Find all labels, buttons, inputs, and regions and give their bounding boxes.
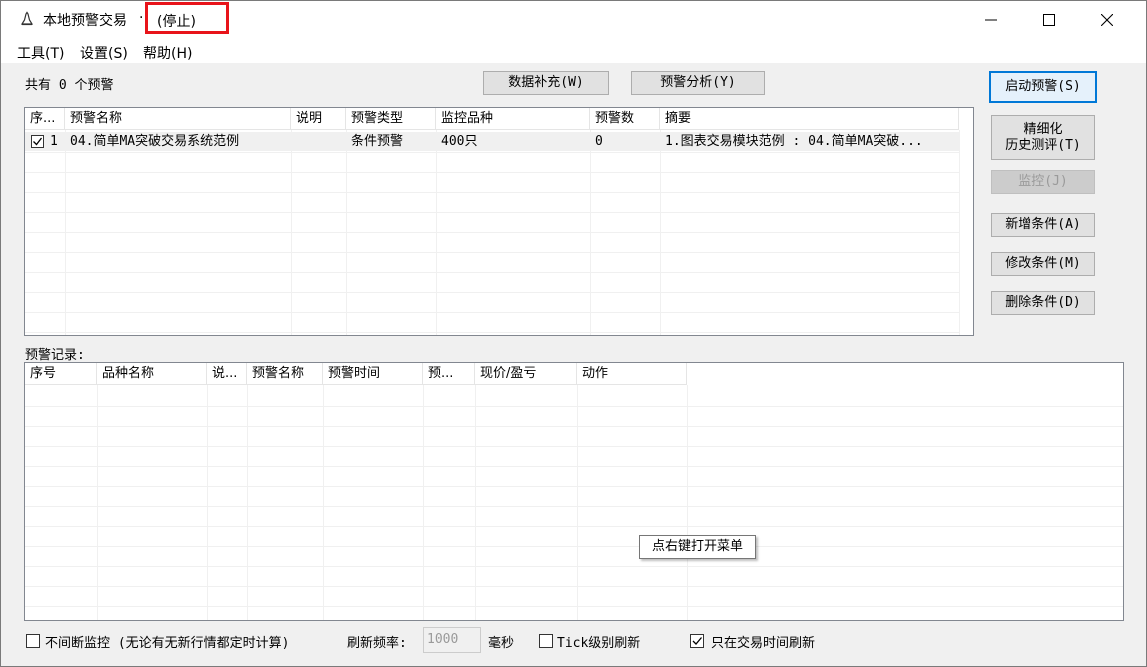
col-alert-time[interactable]: 预警时间: [323, 363, 423, 385]
title-bar: 本地预警交易 · (停止): [1, 1, 1146, 39]
col-record-alert[interactable]: 预...: [423, 363, 475, 385]
grid-line: [423, 385, 424, 620]
grid-line: [25, 406, 1123, 407]
grid-line: [25, 252, 959, 253]
checkbox-empty-icon[interactable]: [26, 634, 40, 648]
alert-record-table[interactable]: 序号 品种名称 说... 预警名称 预警时间 预... 现价/盈亏 动作: [24, 362, 1124, 621]
menu-bar: 工具(T) 设置(S) 帮助(H): [1, 39, 1146, 63]
row-desc: [291, 132, 346, 151]
alert-count-label: 共有 0 个预警: [25, 78, 114, 93]
monitor-button[interactable]: 监控(J): [991, 170, 1095, 194]
checkbox-checked-icon[interactable]: [31, 135, 44, 148]
grid-line: [436, 130, 437, 335]
maximize-icon: [1043, 14, 1055, 26]
grid-line: [25, 446, 1123, 447]
grid-line: [25, 332, 959, 333]
col-summary[interactable]: 摘要: [660, 108, 959, 130]
grid-line: [25, 312, 959, 313]
alert-table[interactable]: 序... 预警名称 说明 预警类型 监控品种 预警数 摘要 1 04.简单MA突…: [24, 107, 974, 336]
grid-line: [346, 130, 347, 335]
grid-line: [247, 385, 248, 620]
grid-line: [25, 586, 1123, 587]
menu-help[interactable]: 帮助(H): [143, 43, 192, 63]
grid-line: [25, 152, 959, 153]
grid-line: [687, 385, 688, 620]
context-menu-tooltip: 点右键打开菜单: [639, 535, 756, 559]
row-alert-name: 04.简单MA突破交易系统范例: [70, 134, 240, 149]
grid-line: [291, 130, 292, 335]
col-desc[interactable]: 说明: [291, 108, 346, 130]
continuous-monitor-label[interactable]: 不间断监控 (无论有无新行情都定时计算): [45, 632, 289, 651]
grid-line: [25, 292, 959, 293]
col-alert-type[interactable]: 预警类型: [346, 108, 436, 130]
minimize-button[interactable]: [962, 1, 1020, 39]
add-condition-button[interactable]: 新增条件(A): [991, 213, 1095, 237]
alert-analysis-button[interactable]: 预警分析(Y): [631, 71, 765, 95]
close-icon: [1101, 14, 1113, 26]
window-title: 本地预警交易: [43, 13, 127, 29]
grid-line: [25, 526, 1123, 527]
col-index[interactable]: 序...: [25, 108, 65, 130]
tick-refresh-label[interactable]: Tick级别刷新: [557, 632, 640, 651]
grid-line: [25, 212, 959, 213]
window-status: (停止): [157, 14, 196, 30]
grid-line: [25, 172, 959, 173]
title-separator: ·: [139, 10, 144, 26]
grid-line: [65, 130, 66, 335]
col-action[interactable]: 动作: [577, 363, 687, 385]
checkbox-empty-icon[interactable]: [539, 634, 553, 648]
col-symbol[interactable]: 监控品种: [436, 108, 590, 130]
grid-line: [25, 232, 959, 233]
delete-condition-button[interactable]: 删除条件(D): [991, 291, 1095, 315]
checkbox-checked-icon[interactable]: [690, 634, 704, 648]
grid-line: [590, 130, 591, 335]
trading-time-refresh-label[interactable]: 只在交易时间刷新: [711, 632, 815, 651]
bell-icon: [19, 11, 35, 27]
alert-table-header: 序... 预警名称 说明 预警类型 监控品种 预警数 摘要: [25, 108, 959, 130]
menu-tools[interactable]: 工具(T): [17, 43, 64, 63]
refresh-rate-input[interactable]: 1000: [423, 627, 481, 653]
grid-line: [25, 606, 1123, 607]
grid-line: [25, 546, 1123, 547]
grid-line: [25, 426, 1123, 427]
alert-record-label: 预警记录:: [25, 348, 85, 363]
refresh-unit-label: 毫秒: [488, 636, 515, 651]
start-alert-button[interactable]: 启动预警(S): [989, 71, 1097, 103]
close-button[interactable]: [1078, 1, 1136, 39]
col-symbol-name[interactable]: 品种名称: [97, 363, 207, 385]
grid-line: [323, 385, 324, 620]
refresh-rate-label: 刷新频率:: [347, 636, 407, 651]
grid-line: [25, 272, 959, 273]
row-index: 1: [50, 134, 58, 149]
grid-line: [25, 506, 1123, 507]
menu-settings[interactable]: 设置(S): [80, 43, 128, 63]
maximize-button[interactable]: [1020, 1, 1078, 39]
col-record-desc[interactable]: 说...: [207, 363, 247, 385]
grid-line: [25, 466, 1123, 467]
minimize-icon: [985, 19, 997, 21]
main-window: 本地预警交易 · (停止) 工具(T) 设置(S) 帮助(H) 共有 0 个预警…: [0, 0, 1147, 667]
col-alert-name[interactable]: 预警名称: [65, 108, 291, 130]
grid-line: [25, 566, 1123, 567]
grid-line: [660, 130, 661, 335]
grid-line: [207, 385, 208, 620]
col-record-alert-name[interactable]: 预警名称: [247, 363, 323, 385]
row-alert-type: 条件预警: [351, 134, 404, 149]
col-price-pnl[interactable]: 现价/盈亏: [475, 363, 577, 385]
refine-backtest-button[interactable]: 精细化 历史测评(T): [991, 115, 1095, 160]
col-alert-count[interactable]: 预警数: [590, 108, 660, 130]
grid-line: [577, 385, 578, 620]
grid-line: [25, 486, 1123, 487]
data-supplement-button[interactable]: 数据补充(W): [483, 71, 609, 95]
grid-line: [475, 385, 476, 620]
col-record-index[interactable]: 序号: [25, 363, 97, 385]
modify-condition-button[interactable]: 修改条件(M): [991, 252, 1095, 276]
grid-line: [25, 192, 959, 193]
grid-line: [97, 385, 98, 620]
row-summary: 1.图表交易模块范例 : 04.简单MA突破...: [665, 134, 923, 149]
grid-line: [959, 130, 960, 335]
row-symbol: 400只: [441, 134, 478, 149]
row-alert-count: 0: [595, 134, 603, 149]
record-table-header: 序号 品种名称 说... 预警名称 预警时间 预... 现价/盈亏 动作: [25, 363, 687, 385]
